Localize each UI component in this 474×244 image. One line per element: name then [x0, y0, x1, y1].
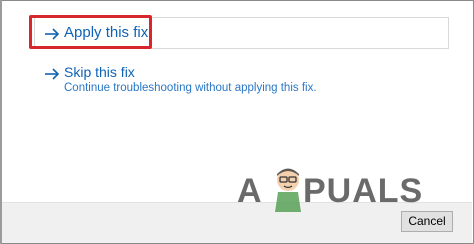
- arrow-right-icon: [45, 68, 60, 80]
- apply-fix-label[interactable]: Apply this fix: [64, 24, 148, 41]
- skip-fix-description: Continue troubleshooting without applyin…: [64, 82, 317, 94]
- arrow-right-icon: [45, 28, 60, 40]
- skip-fix-label[interactable]: Skip this fix: [64, 64, 135, 80]
- cancel-button[interactable]: Cancel: [401, 211, 453, 232]
